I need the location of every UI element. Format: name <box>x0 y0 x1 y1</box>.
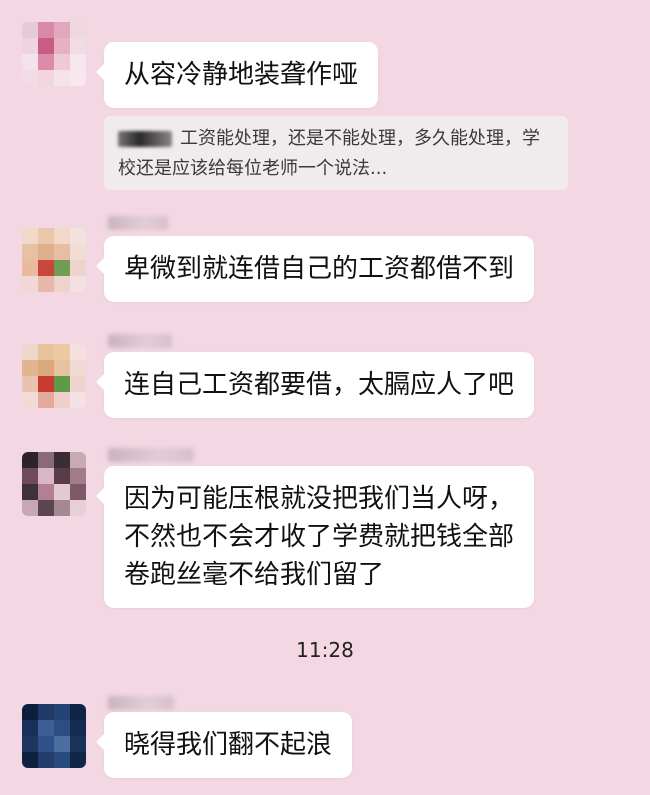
sender-name <box>108 448 194 462</box>
sender-name <box>108 334 172 348</box>
sender-name <box>108 216 168 230</box>
quoted-text: 工资能处理，还是不能处理，多久能处理，学校还是应该给每位老师一个说法... <box>118 128 540 179</box>
quoted-message[interactable]: 工资能处理，还是不能处理，多久能处理，学校还是应该给每位老师一个说法... <box>104 116 568 190</box>
avatar[interactable] <box>22 452 86 516</box>
avatar[interactable] <box>22 22 86 86</box>
avatar[interactable] <box>22 344 86 408</box>
message-bubble[interactable]: 连自己工资都要借，太膈应人了吧 <box>95 352 535 418</box>
avatar[interactable] <box>22 704 86 768</box>
chat-window: 从容冷静地装聋作哑 工资能处理，还是不能处理，多久能处理，学校还是应该给每位老师… <box>0 0 650 795</box>
avatar[interactable] <box>22 228 86 292</box>
message-bubble[interactable]: 卑微到就连借自己的工资都借不到 <box>95 236 535 302</box>
quoted-sender-name <box>118 131 172 147</box>
message-bubble[interactable]: 因为可能压根就没把我们当人呀， 不然也不会才收了学费就把钱全部 卷跑丝毫不给我们… <box>95 466 535 608</box>
sender-name <box>108 696 174 710</box>
message-timestamp: 11:28 <box>296 638 354 662</box>
message-bubble[interactable]: 晓得我们翻不起浪 <box>95 712 353 778</box>
message-bubble[interactable]: 从容冷静地装聋作哑 <box>95 42 379 108</box>
